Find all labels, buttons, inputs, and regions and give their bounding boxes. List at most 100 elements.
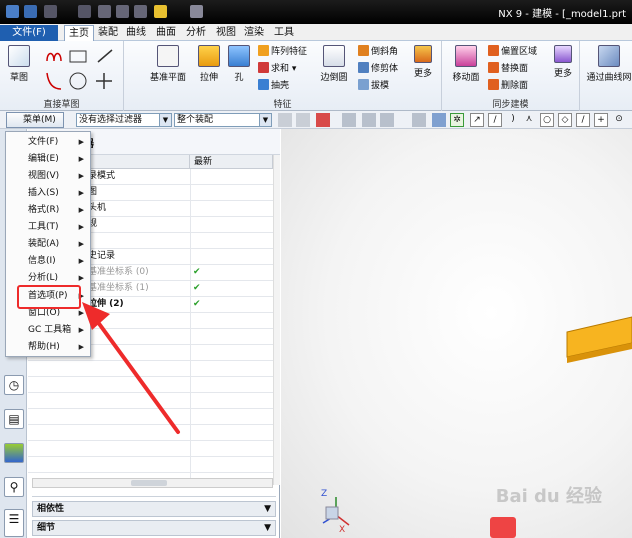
save-icon[interactable]: [24, 5, 37, 18]
unite-button[interactable]: 求和 ▾: [258, 62, 296, 76]
menu-item-tools[interactable]: 工具(T) ▶: [8, 219, 88, 236]
tab-home[interactable]: 主页: [64, 25, 94, 41]
snap-icon[interactable]: [316, 113, 330, 127]
annotation-arrow: [82, 302, 180, 434]
select-all-icon[interactable]: ✲: [450, 113, 464, 127]
menu-item-format[interactable]: 格式(R) ▶: [8, 202, 88, 219]
filter-icon[interactable]: [342, 113, 356, 127]
assembly-scope-select[interactable]: 整个装配 ▼: [174, 113, 272, 127]
star-icon[interactable]: [154, 5, 167, 18]
history-icon[interactable]: ◷: [4, 375, 24, 395]
tab-view[interactable]: 视图: [212, 25, 240, 41]
sketch-tool-icons: [46, 49, 113, 90]
quick-pick-icon[interactable]: [432, 113, 446, 127]
chevron-down-icon: ▼: [159, 114, 171, 126]
window-menu-icon[interactable]: [190, 5, 203, 18]
point-icon: [96, 73, 112, 89]
cut-icon[interactable]: [98, 5, 111, 18]
extrude-button[interactable]: 拉伸: [192, 45, 226, 83]
menu-item-assembly[interactable]: 装配(A) ▶: [8, 236, 88, 253]
menu-button[interactable]: 菜单(M) ▾: [6, 112, 64, 139]
extrude-icon: [198, 45, 220, 67]
intersection-icon[interactable]: ⋏: [522, 113, 536, 127]
select-face-icon[interactable]: [380, 113, 394, 127]
menu-item-information[interactable]: 信息(I) ▶: [8, 253, 88, 270]
type-filter-select[interactable]: 没有选择过滤器 ▼: [76, 113, 172, 127]
file-tab[interactable]: 文件(F): [0, 25, 58, 41]
ribbon-tab-bar: 文件(F) 主页 装配 曲线 曲面 分析 视图 渲染 工具: [0, 24, 632, 41]
more-sync-button[interactable]: 更多: [548, 45, 578, 79]
tab-render[interactable]: 渲染: [240, 25, 268, 41]
vertical-scrollbar[interactable]: [273, 155, 280, 485]
trim-body-button[interactable]: 修剪体: [358, 62, 398, 76]
graphics-window[interactable]: Z X: [281, 129, 632, 538]
tab-curve[interactable]: 曲线: [122, 25, 150, 41]
type-filter-value: 没有选择过滤器: [79, 115, 143, 125]
delete-face-button[interactable]: 删除面: [488, 79, 528, 93]
center-point-icon[interactable]: ⊙: [612, 113, 626, 127]
menu-item-insert[interactable]: 插入(S) ▶: [8, 185, 88, 202]
draft-button[interactable]: 拔模: [358, 79, 389, 93]
tab-analysis[interactable]: 分析: [182, 25, 210, 41]
through-curve-mesh-button[interactable]: 通过曲线网: [586, 45, 632, 83]
sketch-button[interactable]: 草图: [2, 45, 36, 83]
latest-check: ✔: [193, 283, 201, 293]
more-features-button[interactable]: 更多: [408, 45, 438, 79]
replace-face-icon: [488, 62, 499, 73]
pattern-feature-button[interactable]: 阵列特征: [258, 45, 307, 59]
direct-sketch-group-label: 直接草图: [43, 100, 80, 110]
tab-surface[interactable]: 曲面: [152, 25, 180, 41]
edge-blend-button[interactable]: 边倒圆: [316, 45, 352, 83]
tab-assembly[interactable]: 装配: [94, 25, 122, 41]
tab-tools[interactable]: 工具: [270, 25, 298, 41]
end-point-icon[interactable]: ↗: [470, 113, 484, 127]
select-edge-icon[interactable]: [362, 113, 376, 127]
feature-selection-icon[interactable]: [296, 113, 310, 127]
undo-icon[interactable]: [44, 5, 57, 18]
chevron-down-icon: ▼: [264, 523, 271, 533]
menu-item-label: 编辑(E): [28, 154, 59, 164]
trim-body-label: 修剪体: [371, 64, 399, 74]
menu-item-label: 信息(I): [28, 256, 56, 266]
tree-row-empty: [28, 441, 273, 457]
menu-item-edit[interactable]: 编辑(E) ▶: [8, 151, 88, 168]
reuse-library-icon[interactable]: ▤: [4, 409, 24, 429]
menu-item-file[interactable]: 文件(F) ▶: [8, 134, 88, 151]
point-on-curve-icon[interactable]: /: [576, 113, 590, 127]
system-materials-icon[interactable]: ⚲: [4, 477, 24, 497]
paste-icon[interactable]: [134, 5, 147, 18]
horizontal-scrollbar[interactable]: [32, 478, 273, 488]
chamfer-button[interactable]: 倒斜角: [358, 45, 398, 59]
details-panel-header[interactable]: 细节 ▼: [32, 520, 276, 536]
datum-plane-button[interactable]: 基准平面: [146, 45, 190, 83]
draft-icon: [358, 79, 369, 90]
pattern-label: 阵列特征: [271, 47, 308, 57]
arc-center-icon[interactable]: ○: [540, 113, 554, 127]
shell-button[interactable]: 抽壳: [258, 79, 289, 93]
palette-icon[interactable]: [4, 443, 24, 463]
copy-icon[interactable]: [116, 5, 129, 18]
search-icon[interactable]: [490, 517, 516, 538]
scrollbar-thumb[interactable]: [131, 480, 167, 486]
quadrant-icon[interactable]: ◇: [558, 113, 572, 127]
tangent-icon[interactable]: ): [506, 113, 520, 127]
column-header-latest[interactable]: 最新: [190, 155, 273, 169]
menu-item-label: 视图(V): [28, 171, 60, 181]
delete-face-icon: [488, 79, 499, 90]
view-icon[interactable]: [412, 113, 426, 127]
offset-region-button[interactable]: 偏置区域: [488, 45, 537, 59]
hole-button[interactable]: 孔: [222, 45, 256, 83]
dependencies-panel-header[interactable]: 相依性 ▼: [32, 501, 276, 517]
move-face-button[interactable]: 移动面: [446, 45, 486, 83]
general-selection-icon[interactable]: [278, 113, 292, 127]
roles-icon[interactable]: ☰: [4, 509, 24, 537]
menu-item-view[interactable]: 视图(V) ▶: [8, 168, 88, 185]
existing-point-icon[interactable]: +: [594, 113, 608, 127]
more-sync-icon: [554, 45, 572, 63]
latest-check: ✔: [193, 267, 201, 277]
redo-icon[interactable]: [78, 5, 91, 18]
panel-splitter[interactable]: [32, 491, 276, 497]
menu-item-label: 装配(A): [28, 239, 60, 249]
replace-face-button[interactable]: 替换面: [488, 62, 528, 76]
mid-point-icon[interactable]: /: [488, 113, 502, 127]
